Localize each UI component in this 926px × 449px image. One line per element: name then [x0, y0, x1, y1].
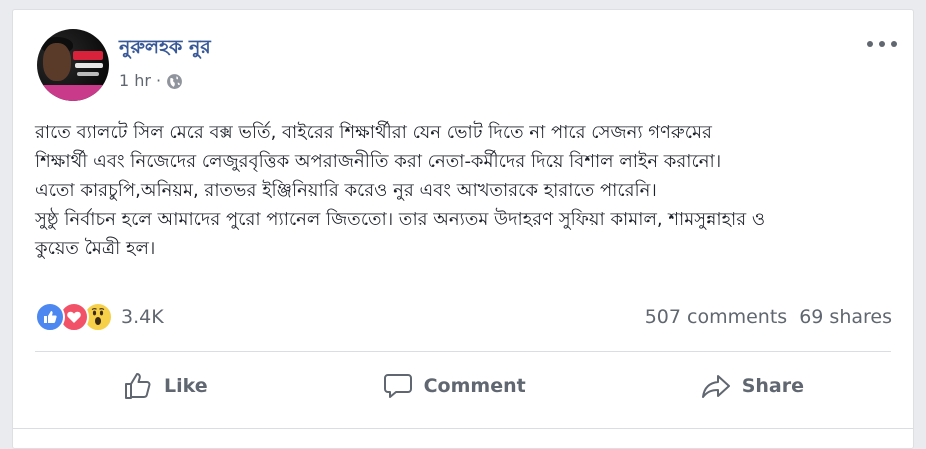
post-text-line: এতো কারচুপি,অনিয়ম, রাতভর ইঞ্জিনিয়ারি ক… [35, 180, 657, 201]
bottom-divider [13, 428, 913, 429]
shares-count[interactable]: 69 shares [799, 306, 892, 328]
avatar-pink-band [37, 85, 109, 101]
reaction-count[interactable]: 3.4K [121, 306, 164, 328]
comment-icon [383, 374, 412, 398]
share-arrow-icon [701, 375, 730, 398]
thumbs-up-icon [124, 373, 151, 399]
author-avatar[interactable] [37, 29, 109, 101]
reactions-summary[interactable]: 3.4K [35, 302, 164, 332]
avatar-banner-red [73, 51, 103, 60]
avatar-face [43, 43, 71, 81]
comments-count[interactable]: 507 comments [645, 306, 787, 328]
share-button[interactable]: Share [686, 364, 818, 408]
comment-button[interactable]: Comment [368, 364, 540, 408]
post-stats: 507 comments 69 shares [645, 302, 892, 332]
post-text-line: কুয়েত মৈত্রী হল। [35, 238, 156, 259]
more-dot [879, 41, 885, 47]
post-card: নুরুলহক নুর 1 hr · রাতে ব্যালটে সিল মেরে… [12, 9, 914, 449]
post-timestamp[interactable]: 1 hr [119, 70, 151, 92]
post-actions: Like Comment Share [35, 363, 891, 409]
post-text-line: শিক্ষার্থী এবং নিজেদের লেজুরবৃত্তিক অপরা… [35, 151, 722, 172]
meta-separator: · [155, 71, 162, 90]
share-label: Share [741, 375, 804, 397]
like-label: Like [163, 375, 208, 397]
more-horizontal-icon[interactable] [867, 34, 897, 54]
post-meta: 1 hr · [119, 70, 183, 92]
post-text: রাতে ব্যালটে সিল মেরে বক্স ভর্তি, বাইরের… [35, 118, 905, 263]
more-dot [867, 41, 873, 47]
avatar-banner-subtext [77, 72, 99, 76]
post-text-line: সুষ্ঠু নির্বাচন হলে আমাদের পুরো প্যানেল … [35, 209, 766, 230]
like-icon [35, 302, 65, 332]
like-button[interactable]: Like [108, 364, 222, 408]
divider [35, 351, 891, 352]
more-dot [891, 41, 897, 47]
comment-label: Comment [423, 375, 526, 397]
post-text-line: রাতে ব্যালটে সিল মেরে বক্স ভর্তি, বাইরের… [35, 122, 712, 143]
avatar-banner-text [75, 63, 103, 68]
globe-icon[interactable] [166, 73, 183, 90]
author-name[interactable]: নুরুলহক নুর [119, 34, 211, 60]
